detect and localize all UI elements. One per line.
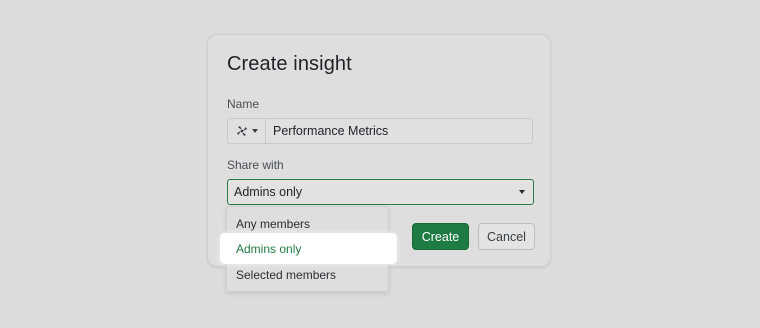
caret-down-icon	[251, 129, 258, 133]
name-label: Name	[227, 97, 260, 111]
share-with-select[interactable]: Admins only	[227, 179, 534, 205]
cancel-button[interactable]: Cancel	[478, 223, 535, 250]
option-selected-members[interactable]: Selected members	[227, 263, 390, 287]
pinwheel-icon	[236, 126, 247, 136]
name-input[interactable]	[266, 119, 532, 143]
dialog-title: Create insight	[227, 53, 352, 75]
create-button[interactable]: Create	[412, 223, 469, 250]
option-admins-only[interactable]: Admins only	[236, 236, 301, 262]
share-with-label: Share with	[227, 158, 284, 172]
share-with-value: Admins only	[234, 185, 303, 199]
icon-picker-button[interactable]	[228, 119, 266, 143]
caret-down-icon	[519, 190, 525, 194]
name-field	[227, 118, 533, 144]
